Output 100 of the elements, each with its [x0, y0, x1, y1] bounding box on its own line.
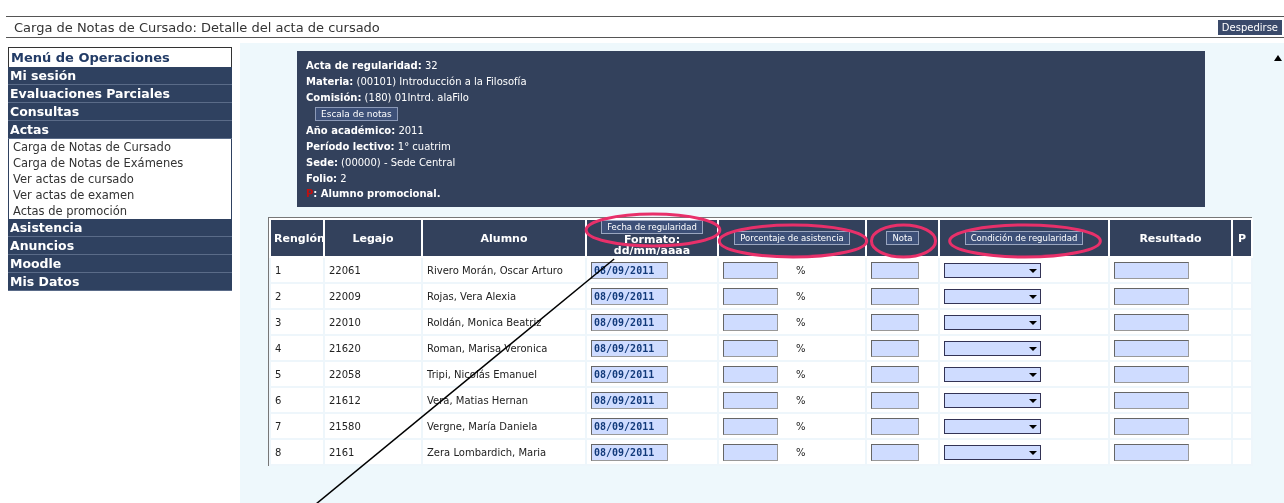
condition-dropdown[interactable] — [944, 444, 1041, 460]
info-field: Materia: (00101) Introducción a la Filosofía — [306, 75, 527, 88]
row-number: 7 — [275, 420, 282, 432]
attendance-field[interactable] — [723, 417, 778, 435]
condition-dropdown[interactable] — [944, 340, 1041, 356]
info-field: Folio: 2 — [306, 172, 347, 185]
student-id: 22058 — [329, 368, 361, 380]
date-field[interactable]: 08/09/2011 — [591, 287, 668, 305]
menu-link[interactable]: Carga de Notas de Exámenes — [8, 155, 232, 171]
percent-sign: % — [796, 342, 806, 354]
percent-sign: % — [796, 368, 806, 380]
info-field: Sede: (00000) - Sede Central — [306, 156, 456, 169]
result-field[interactable] — [1114, 365, 1189, 383]
grade-field[interactable] — [871, 365, 919, 383]
row-number: 3 — [275, 316, 282, 328]
menu-section[interactable]: Evaluaciones Parciales — [8, 85, 232, 103]
attendance-field[interactable] — [723, 313, 778, 331]
attendance-field[interactable] — [723, 391, 778, 409]
grade-field[interactable] — [871, 287, 919, 305]
column-header: Alumno — [480, 231, 528, 245]
condition-dropdown[interactable] — [944, 288, 1041, 304]
column-header: Legajo — [352, 231, 394, 245]
grade-scale-button[interactable]: Escala de notas — [315, 107, 398, 121]
student-id: 22009 — [329, 290, 361, 302]
row-number: 8 — [275, 446, 282, 458]
condition-dropdown[interactable] — [944, 418, 1041, 434]
date-field[interactable]: 08/09/2011 — [591, 417, 668, 435]
result-field[interactable] — [1114, 391, 1189, 409]
condition-dropdown[interactable] — [944, 314, 1041, 330]
condition-dropdown[interactable] — [944, 262, 1041, 278]
grade-field[interactable] — [871, 391, 919, 409]
info-field: Comisión: (180) 01Intrd. alaFilo — [306, 91, 469, 104]
menu-section[interactable]: Asistencia — [8, 219, 232, 237]
student-name: Zera Lombardich, Maria — [427, 446, 547, 458]
attendance-field[interactable] — [723, 443, 778, 461]
column-header: Formato: — [622, 234, 682, 245]
legend-text: : Alumno promocional. — [313, 188, 441, 199]
menu-section[interactable]: Consultas — [8, 103, 232, 121]
result-field[interactable] — [1114, 261, 1189, 279]
student-name: Rivero Morán, Oscar Arturo — [427, 264, 563, 276]
result-field[interactable] — [1114, 287, 1189, 305]
student-name: Rojas, Vera Alexia — [427, 290, 517, 302]
percent-sign: % — [796, 394, 806, 406]
menu-link[interactable]: Actas de promoción — [8, 203, 232, 219]
percent-sign: % — [796, 290, 806, 302]
date-field[interactable]: 08/09/2011 — [591, 391, 668, 409]
info-field: Año académico: 2011 — [306, 124, 424, 137]
column-header-button[interactable]: Condición de regularidad — [964, 231, 1084, 245]
scroll-up-icon[interactable] — [1274, 55, 1282, 61]
menu-section[interactable]: Mis Datos — [8, 273, 232, 291]
row-number: 5 — [275, 368, 282, 380]
attendance-field[interactable] — [723, 339, 778, 357]
grade-field[interactable] — [871, 417, 919, 435]
condition-dropdown[interactable] — [944, 366, 1041, 382]
column-header-button[interactable]: Fecha de regularidad — [601, 220, 703, 234]
row-number: 1 — [275, 264, 282, 276]
menu-section[interactable]: Actas — [8, 121, 232, 139]
logout-button[interactable]: Despedirse — [1217, 19, 1282, 35]
row-number: 4 — [275, 342, 282, 354]
column-header: Resultado — [1139, 231, 1202, 245]
menu-section[interactable]: Moodle — [8, 255, 232, 273]
attendance-field[interactable] — [723, 261, 778, 279]
column-header-button[interactable]: Porcentaje de asistencia — [734, 231, 850, 245]
date-field[interactable]: 08/09/2011 — [591, 339, 668, 357]
percent-sign: % — [796, 316, 806, 328]
result-field[interactable] — [1114, 339, 1189, 357]
page-title: Carga de Notas de Cursado: Detalle del acta de cursado — [14, 19, 380, 35]
column-header-button[interactable]: Nota — [886, 231, 919, 245]
column-header: dd/mm/aaaa — [612, 245, 692, 256]
result-field[interactable] — [1114, 443, 1189, 461]
student-id: 2161 — [329, 446, 355, 458]
menu-link[interactable]: Ver actas de examen — [8, 187, 232, 203]
student-id: 21612 — [329, 394, 361, 406]
menu-link[interactable]: Ver actas de cursado — [8, 171, 232, 187]
row-number: 2 — [275, 290, 282, 302]
student-name: Roman, Marisa Veronica — [427, 342, 548, 354]
result-field[interactable] — [1114, 417, 1189, 435]
row-number: 6 — [275, 394, 282, 406]
student-id: 21580 — [329, 420, 361, 432]
info-field: Acta de regularidad: 32 — [306, 59, 438, 72]
grade-field[interactable] — [871, 339, 919, 357]
info-field: Período lectivo: 1° cuatrim — [306, 140, 451, 153]
column-header: P — [1237, 231, 1247, 245]
date-field[interactable]: 08/09/2011 — [591, 365, 668, 383]
menu-section[interactable]: Mi sesión — [8, 67, 232, 85]
grade-field[interactable] — [871, 443, 919, 461]
grade-field[interactable] — [871, 313, 919, 331]
grade-field[interactable] — [871, 261, 919, 279]
attendance-field[interactable] — [723, 365, 778, 383]
condition-dropdown[interactable] — [944, 392, 1041, 408]
percent-sign: % — [796, 420, 806, 432]
result-field[interactable] — [1114, 313, 1189, 331]
date-field[interactable]: 08/09/2011 — [591, 443, 668, 461]
attendance-field[interactable] — [723, 287, 778, 305]
student-id: 22061 — [329, 264, 361, 276]
menu-link[interactable]: Carga de Notas de Cursado — [8, 139, 232, 155]
menu-section[interactable]: Anuncios — [8, 237, 232, 255]
date-field[interactable]: 08/09/2011 — [591, 313, 668, 331]
student-name: Vergne, María Daniela — [427, 420, 538, 432]
student-id: 21620 — [329, 342, 361, 354]
